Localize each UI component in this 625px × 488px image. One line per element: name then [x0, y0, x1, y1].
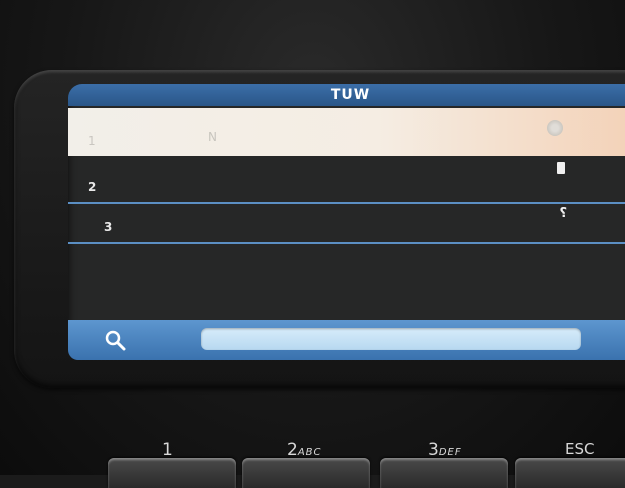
title-bar: TUW [68, 84, 625, 106]
key-1-digit: 1 [162, 440, 173, 460]
esc-button[interactable] [515, 458, 625, 488]
search-input[interactable] [201, 328, 581, 350]
search-icon[interactable] [104, 329, 126, 351]
row-number: 1 [88, 134, 96, 148]
key-2-digit: 2 [287, 440, 298, 460]
key-3-digit: 3 [428, 440, 439, 460]
lcd-screen: TUW 1 N 2 3 ⸮ [68, 84, 625, 360]
key-2-button[interactable] [242, 458, 370, 488]
terminal-device: TUW 1 N 2 3 ⸮ 1 2ABC 3DEF ESC [0, 0, 625, 488]
esc-label: ESC [565, 440, 595, 458]
user-row-3[interactable]: 3 ⸮ [68, 204, 625, 244]
key-2-label: 2ABC [287, 440, 322, 460]
key-3-letters: DEF [438, 447, 462, 458]
fingerprint-icon [547, 120, 563, 136]
key-3-label: 3DEF [428, 440, 462, 460]
key-3-button[interactable] [380, 458, 508, 488]
user-row-1[interactable]: 1 N [68, 108, 625, 156]
key-1-label: 1 [162, 440, 173, 460]
key-1-button[interactable] [108, 458, 236, 488]
screen-title: TUW [330, 87, 371, 103]
user-row-2[interactable]: 2 [68, 156, 625, 204]
key-2-letters: ABC [297, 447, 322, 458]
search-bar [68, 320, 625, 360]
row-name: N [208, 130, 217, 144]
key-icon: ⸮ [559, 206, 567, 221]
row-number: 2 [88, 180, 97, 194]
keypad: 1 2ABC 3DEF ESC [0, 432, 625, 488]
row-number: 3 [104, 220, 113, 234]
card-icon [557, 162, 565, 174]
